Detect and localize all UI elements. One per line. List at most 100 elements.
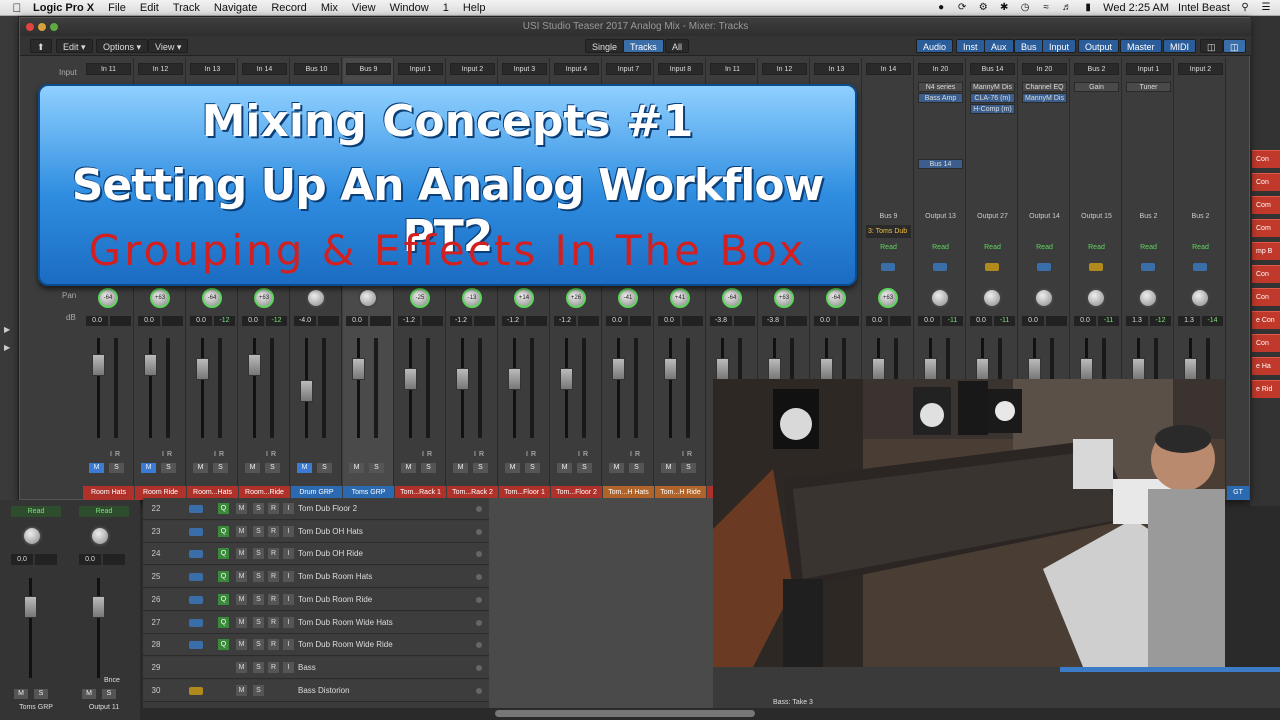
solo-button[interactable]: S (525, 463, 540, 473)
mute-button[interactable]: M (297, 463, 312, 473)
mute-button[interactable]: M (609, 463, 624, 473)
automation-read-button[interactable]: Read (79, 506, 129, 517)
plugin-slot[interactable]: CLA-76 (m) (970, 93, 1015, 103)
volume-readout[interactable]: 0.0 (138, 316, 160, 326)
volume-fader[interactable] (92, 596, 105, 618)
track-name[interactable]: Bass (298, 657, 316, 679)
track-row[interactable]: 24 Q M S R I Tom Dub OH Ride (143, 543, 489, 566)
track-button[interactable]: I (283, 525, 294, 537)
user-name[interactable]: Intel Beast (1178, 2, 1230, 14)
pan-knob[interactable]: +26 (566, 288, 586, 308)
apple-icon[interactable]:  (10, 2, 24, 14)
mute-button[interactable]: M (193, 463, 208, 473)
automation-read-button[interactable]: Read (970, 242, 1015, 253)
track-button[interactable]: S (253, 548, 264, 560)
volume-readout[interactable]: 0.0 (1074, 316, 1096, 326)
volume-fader[interactable] (352, 358, 365, 380)
track-button[interactable]: I (283, 571, 294, 583)
solo-button[interactable]: S (629, 463, 644, 473)
output-slot[interactable]: Bus 2 (1178, 211, 1223, 222)
volume-icon[interactable]: ♬ (1061, 3, 1073, 13)
mute-button[interactable]: M (661, 463, 676, 473)
input-slot[interactable]: In 13 (814, 63, 859, 75)
mute-button[interactable]: M (349, 463, 364, 473)
input-slot[interactable]: Input 2 (450, 63, 495, 75)
input-record-buttons[interactable]: IR (630, 451, 650, 460)
pan-knob[interactable]: -64 (98, 288, 118, 308)
pan-knob[interactable] (358, 288, 378, 308)
track-name[interactable]: Tom Dub Room Wide Hats (298, 612, 393, 634)
track-row[interactable]: 26 Q M S R I Tom Dub Room Ride (143, 588, 489, 611)
arrange-region[interactable]: mp B (1252, 242, 1280, 260)
volume-fader[interactable] (872, 358, 885, 380)
input-slot[interactable]: In 20 (1022, 63, 1067, 75)
pan-knob[interactable]: +41 (670, 288, 690, 308)
solo-button[interactable]: S (681, 463, 696, 473)
mute-button[interactable]: M (141, 463, 156, 473)
track-row[interactable]: 22 Q M S R I Tom Dub Floor 2 (143, 498, 489, 520)
menu-window[interactable]: Window (390, 2, 429, 14)
track-button[interactable]: R (268, 661, 279, 673)
volume-readout[interactable]: 0.0 (79, 554, 101, 565)
volume-readout[interactable]: 0.0 (658, 316, 680, 326)
track-name[interactable]: Tom Dub Room Hats (298, 566, 372, 588)
all-button[interactable]: All (665, 39, 690, 53)
arrange-region[interactable]: Con (1252, 288, 1280, 306)
track-button[interactable]: S (253, 639, 264, 651)
volume-readout[interactable]: -1.2 (450, 316, 472, 326)
solo-button[interactable]: S (213, 463, 228, 473)
output-slot[interactable]: Output 15 (1074, 211, 1119, 222)
mute-button[interactable]: M (245, 463, 260, 473)
track-name[interactable]: Tom Dub Room Ride (298, 589, 372, 611)
volume-readout[interactable]: 0.0 (970, 316, 992, 326)
automation-read-button[interactable]: Read (1178, 242, 1223, 253)
pan-knob[interactable] (1190, 288, 1210, 308)
arrange-region[interactable]: Con (1252, 334, 1280, 352)
automation-read-button[interactable]: Read (918, 242, 963, 253)
input-slot[interactable]: In 14 (866, 63, 911, 75)
volume-fader[interactable] (612, 358, 625, 380)
menu-track[interactable]: Track (173, 2, 200, 14)
scroll-thumb[interactable] (495, 710, 755, 717)
arrange-region[interactable]: e Rid (1252, 380, 1280, 398)
volume-fader[interactable] (508, 368, 521, 390)
output-slot[interactable]: Bus 2 (1126, 211, 1171, 222)
pan-knob[interactable] (1034, 288, 1054, 308)
track-button[interactable]: I (283, 548, 294, 560)
volume-readout[interactable]: -1.2 (502, 316, 524, 326)
output-slot[interactable]: Bus 9 (866, 211, 911, 222)
track-button[interactable]: I (283, 593, 294, 605)
input-record-buttons[interactable]: IR (578, 451, 598, 460)
volume-readout[interactable]: 0.0 (86, 316, 108, 326)
audio-region[interactable] (1060, 667, 1280, 672)
pan-knob[interactable] (1086, 288, 1106, 308)
filter-input-button[interactable]: Input (1042, 39, 1077, 53)
volume-fader[interactable] (664, 358, 677, 380)
solo-button[interactable]: S (473, 463, 488, 473)
volume-readout[interactable]: 1.3 (1126, 316, 1148, 326)
sync-icon[interactable]: ⟳ (956, 3, 968, 13)
track-button[interactable]: R (268, 548, 279, 560)
volume-readout[interactable]: -1.2 (398, 316, 420, 326)
arrange-region[interactable]: Con (1252, 173, 1280, 191)
volume-fader[interactable] (768, 358, 781, 380)
input-slot[interactable]: Input 4 (554, 63, 599, 75)
pan-knob[interactable]: +63 (878, 288, 898, 308)
volume-readout[interactable]: -3.8 (710, 316, 732, 326)
disclosure-icon[interactable]: ▶ (4, 326, 12, 334)
filter-midi-button[interactable]: MIDI (1163, 39, 1196, 53)
arrange-region[interactable]: Com (1252, 219, 1280, 237)
track-name[interactable]: Tom Dub OH Ride (298, 543, 363, 565)
track-name[interactable]: Bass Distorion (298, 680, 350, 702)
mute-button[interactable]: M (14, 689, 28, 699)
pan-knob[interactable] (90, 526, 110, 546)
pan-knob[interactable]: -64 (722, 288, 742, 308)
input-slot[interactable]: In 20 (918, 63, 963, 75)
volume-readout[interactable]: -1.2 (554, 316, 576, 326)
volume-readout[interactable]: 0.0 (346, 316, 368, 326)
automation-read-button[interactable]: Read (1074, 242, 1119, 253)
track-button[interactable]: S (253, 503, 264, 514)
pan-knob[interactable] (982, 288, 1002, 308)
close-icon[interactable] (26, 23, 34, 31)
menu-navigate[interactable]: Navigate (214, 2, 257, 14)
